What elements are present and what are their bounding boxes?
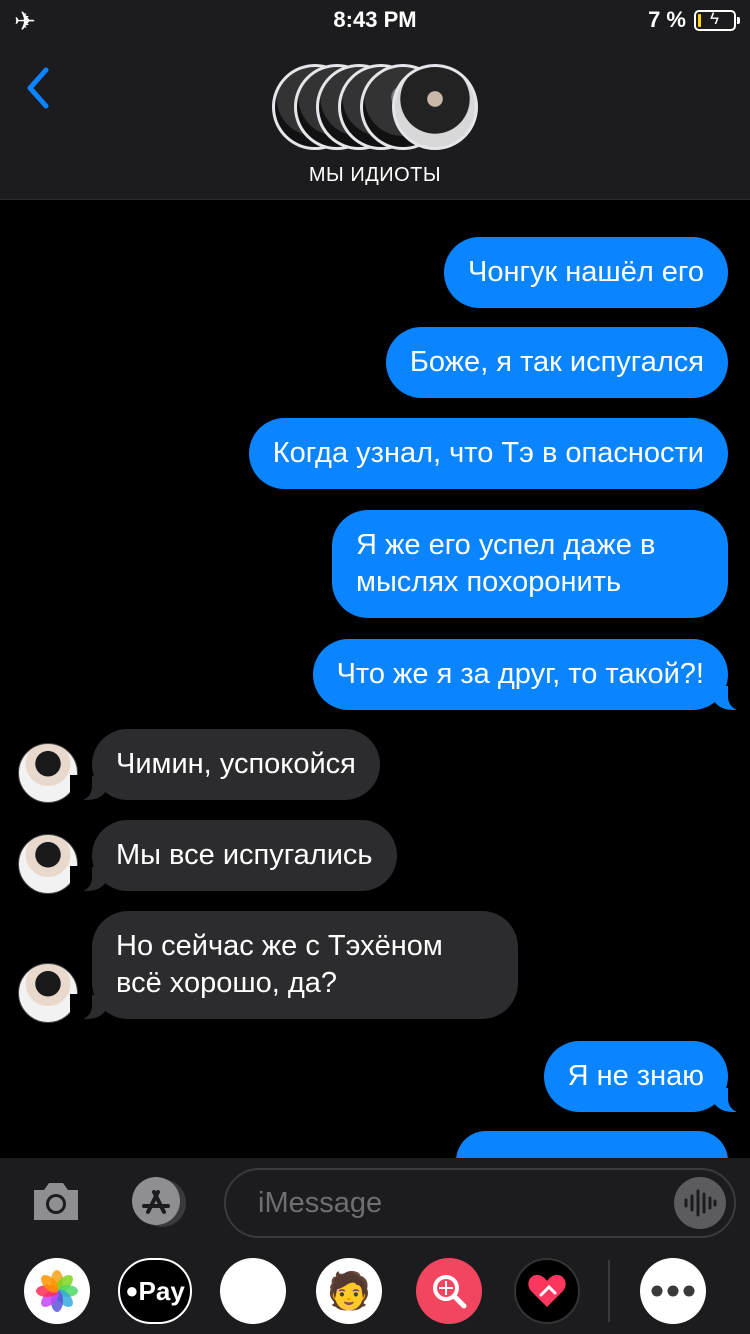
chevron-left-icon [27,67,49,109]
message-bubble-outgoing[interactable]: Когда узнал, что Тэ в опасности [248,418,728,489]
audio-record-button[interactable] [674,1177,726,1229]
avatar [392,64,478,150]
status-time: 8:43 PM [333,7,417,32]
animoji-button[interactable]: 🐵 [220,1258,286,1324]
more-icon [651,1285,695,1297]
digital-touch-button[interactable] [514,1258,580,1324]
memoji-icon: 🧑 [326,1270,372,1311]
back-button[interactable] [22,62,62,112]
status-bar: ✈ 8:43 PM 7 % ϟ [0,0,750,40]
message-input[interactable]: iMessage [224,1168,736,1238]
photos-icon [36,1270,78,1312]
message-bubble-outgoing[interactable]: Я же его успел даже в мыслях похоронить [332,510,728,618]
more-apps-button[interactable] [640,1258,706,1324]
charging-bolt-icon: ϟ [710,9,719,28]
message-bubble-incoming[interactable]: Но сейчас же с Тэхёном всё хорошо, да? [70,911,518,1020]
group-avatars[interactable] [272,64,482,150]
waveform-icon [684,1189,717,1217]
imessage-app-drawer: ● Pay 🐵 🧑 [0,1246,750,1334]
apple-pay-button[interactable]: ● Pay [118,1258,192,1324]
camera-button[interactable] [30,1178,82,1224]
message-bubble-incoming[interactable]: Мы все испугались [70,820,397,892]
sender-avatar[interactable] [18,743,78,803]
photos-app-button[interactable] [24,1258,90,1324]
message-bubble-outgoing[interactable]: Чонгук нашёл его [443,237,728,308]
message-bubble-outgoing[interactable]: Боже, я так испугался [385,327,728,398]
apple-pay-label: Pay [138,1275,185,1306]
image-search-icon [433,1275,467,1309]
message-bubble-outgoing[interactable]: Что же я за друг, то такой?! [312,639,750,711]
app-store-button[interactable] [126,1176,190,1228]
sender-avatar[interactable] [18,963,78,1023]
message-bubble-incoming[interactable]: Чимин, успокойся [70,729,380,801]
camera-icon [34,1183,78,1220]
apple-logo-icon: ● [125,1278,139,1303]
sender-avatar[interactable] [18,834,78,894]
group-name[interactable]: МЫ ИДИОТЫ [0,164,750,187]
battery-percent: 7 % [648,7,686,32]
battery-level [698,14,701,27]
animoji-monkey-icon: 🐵 [231,1270,275,1313]
conversation-header: МЫ ИДИОТЫ [0,40,750,200]
app-store-icon [132,1177,186,1227]
compose-bar: iMessage [0,1158,750,1246]
message-bubble-outgoing[interactable]: Я не знаю [543,1041,750,1113]
image-search-button[interactable] [416,1258,482,1324]
drawer-divider [608,1260,610,1322]
memoji-button[interactable]: 🧑 [316,1258,382,1324]
digital-touch-heart-icon [528,1274,566,1307]
battery-icon: ϟ [694,9,740,31]
message-input-placeholder: iMessage [258,1187,383,1219]
